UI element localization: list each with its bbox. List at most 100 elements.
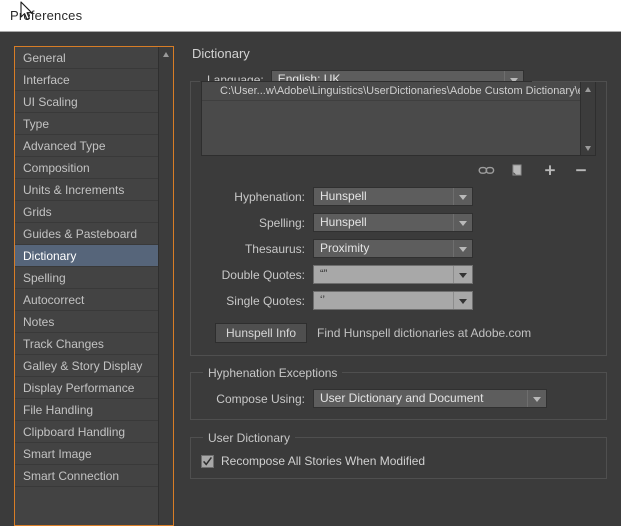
page-title: Dictionary [192, 46, 250, 61]
single-quotes-label: Single Quotes: [226, 293, 305, 308]
compose-using-value: User Dictionary and Document [320, 391, 484, 405]
sidebar-item-label: Spelling [23, 271, 66, 285]
sidebar-item-label: File Handling [23, 403, 94, 417]
single-quotes-value: ‘’ [320, 294, 325, 306]
sidebar-item-notes[interactable]: Notes [15, 311, 159, 333]
user-dictionaries-listbox[interactable]: C:\User...w\Adobe\Linguistics\UserDictio… [201, 81, 596, 156]
sidebar-item-general[interactable]: General [15, 47, 159, 69]
chevron-down-icon[interactable] [453, 266, 472, 283]
sidebar-item-composition[interactable]: Composition [15, 157, 159, 179]
sidebar-item-label: Display Performance [23, 381, 135, 395]
user-dictionary-group: User Dictionary Recompose All Stories Wh… [190, 431, 607, 479]
dictionary-group: Language: English: UK C:\User...w\Adobe\… [190, 70, 607, 356]
sidebar-item-label: UI Scaling [23, 95, 78, 109]
sidebar-item-label: Guides & Pasteboard [23, 227, 138, 241]
hyphenation-exceptions-label: Hyphenation Exceptions [203, 366, 343, 380]
thesaurus-select[interactable]: Proximity [313, 239, 473, 258]
sidebar-item-label: Smart Image [23, 447, 92, 461]
listbox-scroll-up-icon[interactable] [581, 82, 596, 96]
recompose-checkbox[interactable] [201, 454, 214, 468]
sidebar-item-track-changes[interactable]: Track Changes [15, 333, 159, 355]
sidebar-item-label: General [23, 51, 66, 65]
spelling-label: Spelling: [258, 215, 305, 230]
hyphenation-label: Hyphenation: [234, 189, 305, 204]
sidebar-item-label: Track Changes [23, 337, 104, 351]
dictionary-rows: C:\User...w\Adobe\Linguistics\UserDictio… [202, 82, 595, 101]
sidebar-item-spelling[interactable]: Spelling [15, 267, 159, 289]
sidebar-item-label: Dictionary [23, 249, 77, 263]
double-quotes-select[interactable]: “” [313, 265, 473, 284]
preferences-category-list[interactable]: General Interface UI Scaling Type Advanced T… [14, 46, 174, 526]
compose-using-row: Compose Using: User Dictionary and Docum… [201, 389, 596, 408]
hyphenation-value: Hunspell [320, 189, 367, 203]
sidebar-item-dictionary[interactable]: Dictionary [15, 245, 159, 267]
single-quotes-select[interactable]: ‘’ [313, 291, 473, 310]
compose-using-label: Compose Using: [216, 391, 305, 406]
sidebar-item-interface[interactable]: Interface [15, 69, 159, 91]
sidebar-item-ui-scaling[interactable]: UI Scaling [15, 91, 159, 113]
sidebar-item-label: Grids [23, 205, 52, 219]
compose-using-select[interactable]: User Dictionary and Document [313, 389, 547, 408]
sidebar-item-label: Galley & Story Display [23, 359, 143, 373]
sidebar-item-label: Interface [23, 73, 70, 87]
sidebar-items: General Interface UI Scaling Type Advanced T… [15, 47, 159, 525]
sidebar-item-label: Units & Increments [23, 183, 125, 197]
sidebar-item-label: Autocorrect [23, 293, 85, 307]
dictionary-toolbar [201, 162, 596, 180]
recompose-label: Recompose All Stories When Modified [221, 454, 426, 468]
sidebar-scrollbar[interactable] [158, 47, 173, 525]
sidebar-item-autocorrect[interactable]: Autocorrect [15, 289, 159, 311]
hunspell-info-button[interactable]: Hunspell Info [215, 323, 308, 343]
double-quotes-row: Double Quotes: “” [201, 265, 596, 284]
sidebar-item-label: Composition [23, 161, 90, 175]
window-title: Preferences [10, 8, 83, 23]
single-quotes-row: Single Quotes: ‘’ [201, 291, 596, 310]
sidebar-item-label: Notes [23, 315, 55, 329]
double-quotes-label: Double Quotes: [221, 267, 305, 282]
sidebar-item-clipboard-handling[interactable]: Clipboard Handling [15, 421, 159, 443]
remove-dictionary-icon[interactable] [570, 162, 592, 179]
sidebar-item-grids[interactable]: Grids [15, 201, 159, 223]
sidebar-item-label: Smart Connection [23, 469, 120, 483]
sidebar-item-units-increments[interactable]: Units & Increments [15, 179, 159, 201]
relink-icon[interactable] [476, 162, 498, 179]
sidebar-item-label: Type [23, 117, 50, 131]
thesaurus-label: Thesaurus: [244, 241, 305, 256]
chevron-down-icon[interactable] [527, 390, 546, 407]
dictionary-preferences-panel: Dictionary Language: English: UK C:\User… [190, 46, 607, 479]
window-titlebar: Preferences [0, 0, 621, 32]
dictionary-path-row[interactable]: C:\User...w\Adobe\Linguistics\UserDictio… [202, 82, 595, 101]
spelling-value: Hunspell [320, 215, 367, 229]
double-quotes-value: “” [320, 268, 328, 280]
sidebar-item-label: Advanced Type [23, 139, 106, 153]
sidebar-item-advanced-type[interactable]: Advanced Type [15, 135, 159, 157]
thesaurus-value: Proximity [320, 241, 370, 255]
hunspell-row: Hunspell Info Find Hunspell dictionaries… [201, 323, 596, 343]
add-dictionary-icon[interactable] [539, 162, 561, 179]
sidebar-item-smart-connection[interactable]: Smart Connection [15, 465, 159, 487]
hyphenation-row: Hyphenation: Hunspell [201, 187, 596, 206]
hunspell-hint-text: Find Hunspell dictionaries at Adobe.com [317, 326, 532, 340]
sidebar-item-guides-pasteboard[interactable]: Guides & Pasteboard [15, 223, 159, 245]
sidebar-item-label: Clipboard Handling [23, 425, 126, 439]
user-dictionary-label: User Dictionary [203, 431, 296, 445]
new-dictionary-icon[interactable] [507, 162, 529, 179]
chevron-down-icon[interactable] [453, 292, 472, 309]
thesaurus-row: Thesaurus: Proximity [201, 239, 596, 258]
hyphenation-select[interactable]: Hunspell [313, 187, 473, 206]
listbox-scrollbar[interactable] [580, 82, 595, 155]
recompose-row[interactable]: Recompose All Stories When Modified [201, 454, 596, 468]
sidebar-item-display-performance[interactable]: Display Performance [15, 377, 159, 399]
sidebar-item-smart-image[interactable]: Smart Image [15, 443, 159, 465]
spelling-row: Spelling: Hunspell [201, 213, 596, 232]
chevron-down-icon[interactable] [453, 214, 472, 231]
listbox-scroll-down-icon[interactable] [581, 141, 596, 155]
sidebar-item-file-handling[interactable]: File Handling [15, 399, 159, 421]
sidebar-item-type[interactable]: Type [15, 113, 159, 135]
hyphenation-exceptions-group: Hyphenation Exceptions Compose Using: Us… [190, 366, 607, 420]
spelling-select[interactable]: Hunspell [313, 213, 473, 232]
sidebar-item-galley-story-display[interactable]: Galley & Story Display [15, 355, 159, 377]
chevron-down-icon[interactable] [453, 240, 472, 257]
chevron-down-icon[interactable] [453, 188, 472, 205]
sidebar-scroll-up-icon[interactable] [159, 47, 173, 61]
